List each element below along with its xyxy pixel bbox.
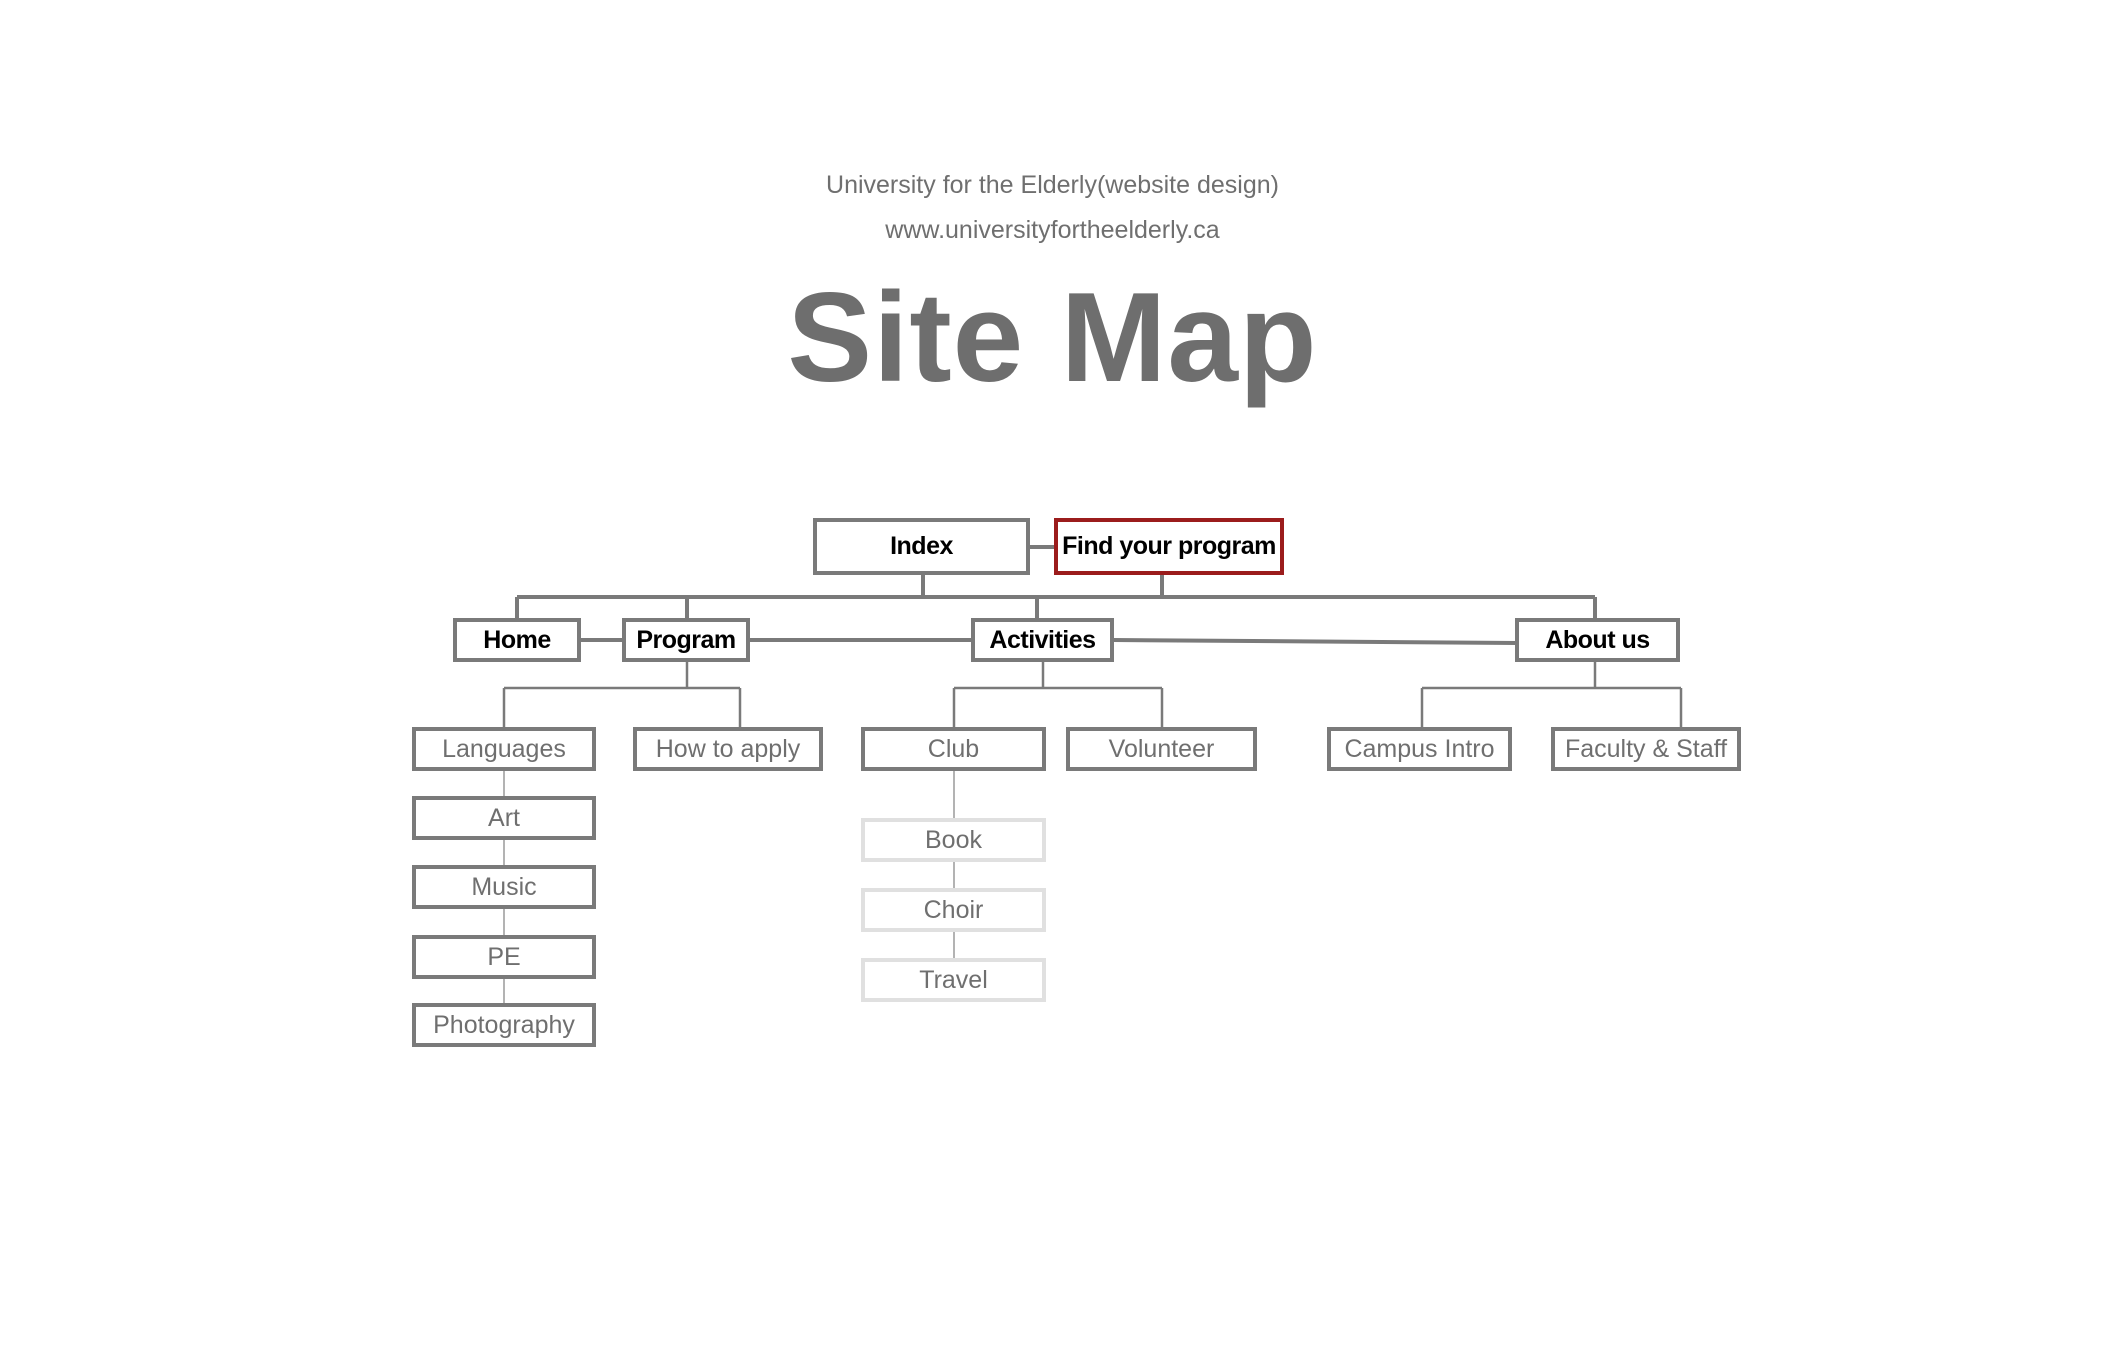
node-label: Book [925,825,982,854]
sitemap-node-photography[interactable]: Photography [412,1003,596,1047]
sitemap-node-activities[interactable]: Activities [971,618,1114,662]
node-label: Music [471,872,537,901]
sitemap-node-travel[interactable]: Travel [861,958,1046,1002]
sitemap-node-pe[interactable]: PE [412,935,596,979]
sitemap-node-find-your-program[interactable]: Find your program [1054,518,1284,575]
node-label: Activities [989,625,1096,654]
node-label: About us [1545,625,1650,654]
sitemap-node-faculty-staff[interactable]: Faculty & Staff [1551,727,1741,771]
node-label: Art [488,803,520,832]
sitemap-node-club[interactable]: Club [861,727,1046,771]
sitemap-node-home[interactable]: Home [453,618,581,662]
sitemap-node-about-us[interactable]: About us [1515,618,1680,662]
node-label: Choir [923,895,984,924]
sitemap-node-index[interactable]: Index [813,518,1030,575]
sitemap-node-book[interactable]: Book [861,818,1046,862]
node-label: Languages [442,734,566,763]
node-label: Club [927,734,980,763]
node-label: Campus Intro [1344,734,1495,763]
node-label: Find your program [1062,532,1276,560]
node-label: PE [487,942,521,971]
node-label: Travel [919,965,988,994]
node-label: Photography [433,1010,575,1039]
node-label: Faculty & Staff [1564,734,1728,763]
sitemap-node-music[interactable]: Music [412,865,596,909]
sitemap-node-campus-intro[interactable]: Campus Intro [1327,727,1512,771]
sitemap-node-choir[interactable]: Choir [861,888,1046,932]
sitemap-node-volunteer[interactable]: Volunteer [1066,727,1257,771]
node-label: How to apply [655,734,801,763]
connector-lines [502,545,1683,1008]
sitemap-node-art[interactable]: Art [412,796,596,840]
node-label: Index [890,532,953,560]
node-label: Home [483,625,551,654]
sitemap-node-how-to-apply[interactable]: How to apply [633,727,823,771]
node-label: Volunteer [1108,734,1215,763]
sitemap-node-program[interactable]: Program [622,618,750,662]
sitemap-node-languages[interactable]: Languages [412,727,596,771]
node-label: Program [636,625,736,654]
